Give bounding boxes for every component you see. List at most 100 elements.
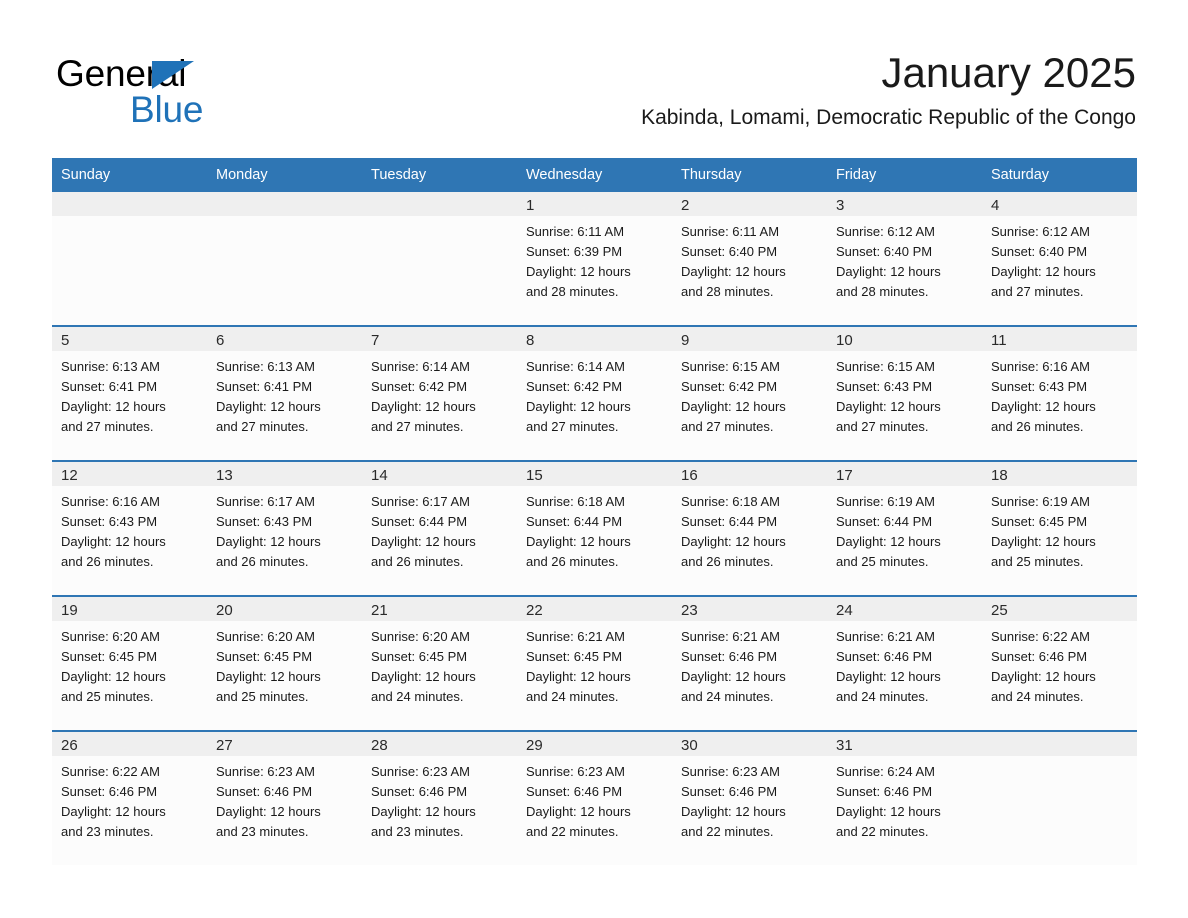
day-cell-inner: 24 Sunrise: 6:21 AM Sunset: 6:46 PM Dayligh… [827, 597, 982, 730]
calendar-day-cell[interactable]: 27 Sunrise: 6:23 AM Sunset: 6:46 PM Dayligh… [207, 730, 362, 865]
calendar-day-cell[interactable]: 2 Sunrise: 6:11 AM Sunset: 6:40 PM Daylight… [672, 192, 827, 326]
daylight-text-line2: and 24 minutes. [371, 689, 464, 704]
daylight-text-line2: and 27 minutes. [991, 284, 1084, 299]
daylight-text-line1: Daylight: 12 hours [216, 534, 321, 549]
sunset-text: Sunset: 6:45 PM [526, 649, 623, 664]
calendar-page: General Blue January 2025 Kabinda, Lomam… [0, 0, 1188, 918]
calendar-day-cell[interactable]: 30 Sunrise: 6:23 AM Sunset: 6:46 PM Dayligh… [672, 730, 827, 865]
calendar-day-cell[interactable]: 8 Sunrise: 6:14 AM Sunset: 6:42 PM Daylight… [517, 325, 672, 461]
sunrise-text: Sunrise: 6:20 AM [61, 629, 160, 644]
day-cell-inner: 4 Sunrise: 6:12 AM Sunset: 6:40 PM Daylight… [982, 192, 1137, 325]
day-number: 23 [672, 597, 827, 621]
calendar-day-cell[interactable]: 23 Sunrise: 6:21 AM Sunset: 6:46 PM Dayligh… [672, 595, 827, 731]
sunset-text: Sunset: 6:46 PM [61, 784, 158, 799]
day-cell-inner: 8 Sunrise: 6:14 AM Sunset: 6:42 PM Daylight… [517, 327, 672, 460]
calendar-day-cell[interactable]: 3 Sunrise: 6:12 AM Sunset: 6:40 PM Daylight… [827, 192, 982, 326]
page-title: January 2025 [881, 49, 1136, 96]
day-number [362, 192, 517, 216]
day-number: 27 [207, 732, 362, 756]
sunset-text: Sunset: 6:42 PM [526, 379, 623, 394]
calendar-day-cell[interactable]: 17 Sunrise: 6:19 AM Sunset: 6:44 PM Dayligh… [827, 460, 982, 596]
day-details: Sunrise: 6:11 AM Sunset: 6:40 PM Daylight:… [672, 216, 827, 302]
day-details: Sunrise: 6:12 AM Sunset: 6:40 PM Daylight:… [982, 216, 1137, 302]
calendar-day-cell[interactable]: 24 Sunrise: 6:21 AM Sunset: 6:46 PM Dayligh… [827, 595, 982, 731]
day-details: Sunrise: 6:17 AM Sunset: 6:43 PM Daylight:… [207, 486, 362, 572]
title-block: January 2025 Kabinda, Lomami, Democratic… [641, 48, 1136, 131]
day-cell-inner: 28 Sunrise: 6:23 AM Sunset: 6:46 PM Dayligh… [362, 732, 517, 865]
daylight-text-line2: and 27 minutes. [526, 419, 619, 434]
calendar-day-cell[interactable]: 29 Sunrise: 6:23 AM Sunset: 6:46 PM Dayligh… [517, 730, 672, 865]
calendar-day-cell[interactable]: 11 Sunrise: 6:16 AM Sunset: 6:43 PM Dayligh… [982, 325, 1137, 461]
calendar-day-cell[interactable]: 14 Sunrise: 6:17 AM Sunset: 6:44 PM Dayligh… [362, 460, 517, 596]
calendar-day-cell[interactable]: 5 Sunrise: 6:13 AM Sunset: 6:41 PM Daylight… [52, 325, 207, 461]
daylight-text-line2: and 22 minutes. [681, 824, 774, 839]
sunset-text: Sunset: 6:40 PM [681, 244, 778, 259]
daylight-text-line2: and 25 minutes. [216, 689, 309, 704]
day-cell-inner: 18 Sunrise: 6:19 AM Sunset: 6:45 PM Dayligh… [982, 462, 1137, 595]
calendar-day-cell[interactable]: 7 Sunrise: 6:14 AM Sunset: 6:42 PM Daylight… [362, 325, 517, 461]
daylight-text-line1: Daylight: 12 hours [681, 804, 786, 819]
calendar-day-cell-empty [362, 192, 517, 326]
day-cell-inner: 19 Sunrise: 6:20 AM Sunset: 6:45 PM Dayligh… [52, 597, 207, 730]
calendar-day-cell[interactable]: 20 Sunrise: 6:20 AM Sunset: 6:45 PM Dayligh… [207, 595, 362, 731]
day-cell-inner: 21 Sunrise: 6:20 AM Sunset: 6:45 PM Dayligh… [362, 597, 517, 730]
day-number: 13 [207, 462, 362, 486]
weekday-header-monday: Monday [207, 158, 362, 192]
calendar-day-cell[interactable]: 6 Sunrise: 6:13 AM Sunset: 6:41 PM Daylight… [207, 325, 362, 461]
daylight-text-line2: and 27 minutes. [371, 419, 464, 434]
daylight-text-line2: and 26 minutes. [216, 554, 309, 569]
day-cell-inner: 13 Sunrise: 6:17 AM Sunset: 6:43 PM Dayligh… [207, 462, 362, 595]
calendar-day-cell[interactable]: 13 Sunrise: 6:17 AM Sunset: 6:43 PM Dayligh… [207, 460, 362, 596]
calendar-day-cell[interactable]: 21 Sunrise: 6:20 AM Sunset: 6:45 PM Dayligh… [362, 595, 517, 731]
calendar-day-cell[interactable]: 25 Sunrise: 6:22 AM Sunset: 6:46 PM Dayligh… [982, 595, 1137, 731]
day-number [207, 192, 362, 216]
calendar-day-cell[interactable]: 18 Sunrise: 6:19 AM Sunset: 6:45 PM Dayligh… [982, 460, 1137, 596]
daylight-text-line1: Daylight: 12 hours [681, 399, 786, 414]
sunrise-text: Sunrise: 6:20 AM [216, 629, 315, 644]
day-details: Sunrise: 6:14 AM Sunset: 6:42 PM Daylight:… [517, 351, 672, 437]
calendar-day-cell[interactable]: 4 Sunrise: 6:12 AM Sunset: 6:40 PM Daylight… [982, 192, 1137, 326]
sunset-text: Sunset: 6:45 PM [371, 649, 468, 664]
sunrise-text: Sunrise: 6:11 AM [681, 224, 780, 239]
daylight-text-line2: and 24 minutes. [991, 689, 1084, 704]
calendar-day-cell[interactable]: 9 Sunrise: 6:15 AM Sunset: 6:42 PM Daylight… [672, 325, 827, 461]
calendar-day-cell[interactable]: 16 Sunrise: 6:18 AM Sunset: 6:44 PM Dayligh… [672, 460, 827, 596]
day-cell-inner: 10 Sunrise: 6:15 AM Sunset: 6:43 PM Dayligh… [827, 327, 982, 460]
daylight-text-line1: Daylight: 12 hours [991, 399, 1096, 414]
sunrise-text: Sunrise: 6:15 AM [836, 359, 935, 374]
daylight-text-line2: and 27 minutes. [836, 419, 929, 434]
calendar-day-cell[interactable]: 12 Sunrise: 6:16 AM Sunset: 6:43 PM Dayligh… [52, 460, 207, 596]
calendar-day-cell[interactable]: 22 Sunrise: 6:21 AM Sunset: 6:45 PM Dayligh… [517, 595, 672, 731]
calendar-day-cell[interactable]: 26 Sunrise: 6:22 AM Sunset: 6:46 PM Dayligh… [52, 730, 207, 865]
daylight-text-line1: Daylight: 12 hours [371, 669, 476, 684]
daylight-text-line1: Daylight: 12 hours [61, 399, 166, 414]
weekday-header-tuesday: Tuesday [362, 158, 517, 192]
calendar-day-cell[interactable]: 1 Sunrise: 6:11 AM Sunset: 6:39 PM Daylight… [517, 192, 672, 326]
calendar-day-cell[interactable]: 19 Sunrise: 6:20 AM Sunset: 6:45 PM Dayligh… [52, 595, 207, 731]
calendar-day-cell[interactable]: 15 Sunrise: 6:18 AM Sunset: 6:44 PM Dayligh… [517, 460, 672, 596]
daylight-text-line1: Daylight: 12 hours [836, 669, 941, 684]
day-details: Sunrise: 6:23 AM Sunset: 6:46 PM Daylight:… [362, 756, 517, 842]
day-details: Sunrise: 6:17 AM Sunset: 6:44 PM Daylight:… [362, 486, 517, 572]
daylight-text-line1: Daylight: 12 hours [681, 669, 786, 684]
calendar-day-cell[interactable]: 10 Sunrise: 6:15 AM Sunset: 6:43 PM Dayligh… [827, 325, 982, 461]
daylight-text-line1: Daylight: 12 hours [836, 399, 941, 414]
calendar-day-cell[interactable]: 28 Sunrise: 6:23 AM Sunset: 6:46 PM Dayligh… [362, 730, 517, 865]
day-number: 1 [517, 192, 672, 216]
sunset-text: Sunset: 6:41 PM [216, 379, 313, 394]
day-details: Sunrise: 6:21 AM Sunset: 6:45 PM Daylight:… [517, 621, 672, 707]
day-details: Sunrise: 6:15 AM Sunset: 6:42 PM Daylight:… [672, 351, 827, 437]
daylight-text-line2: and 23 minutes. [371, 824, 464, 839]
day-details: Sunrise: 6:16 AM Sunset: 6:43 PM Daylight:… [52, 486, 207, 572]
sunset-text: Sunset: 6:40 PM [836, 244, 933, 259]
daylight-text-line1: Daylight: 12 hours [681, 264, 786, 279]
calendar-body: 1 Sunrise: 6:11 AM Sunset: 6:39 PM Daylight… [52, 192, 1137, 865]
calendar-week-row: 1 Sunrise: 6:11 AM Sunset: 6:39 PM Daylight… [52, 192, 1137, 326]
daylight-text-line1: Daylight: 12 hours [61, 534, 166, 549]
daylight-text-line2: and 26 minutes. [371, 554, 464, 569]
sunrise-text: Sunrise: 6:24 AM [836, 764, 935, 779]
day-cell-inner [207, 192, 362, 325]
sunset-text: Sunset: 6:46 PM [371, 784, 468, 799]
calendar-day-cell[interactable]: 31 Sunrise: 6:24 AM Sunset: 6:46 PM Dayligh… [827, 730, 982, 865]
day-number: 29 [517, 732, 672, 756]
